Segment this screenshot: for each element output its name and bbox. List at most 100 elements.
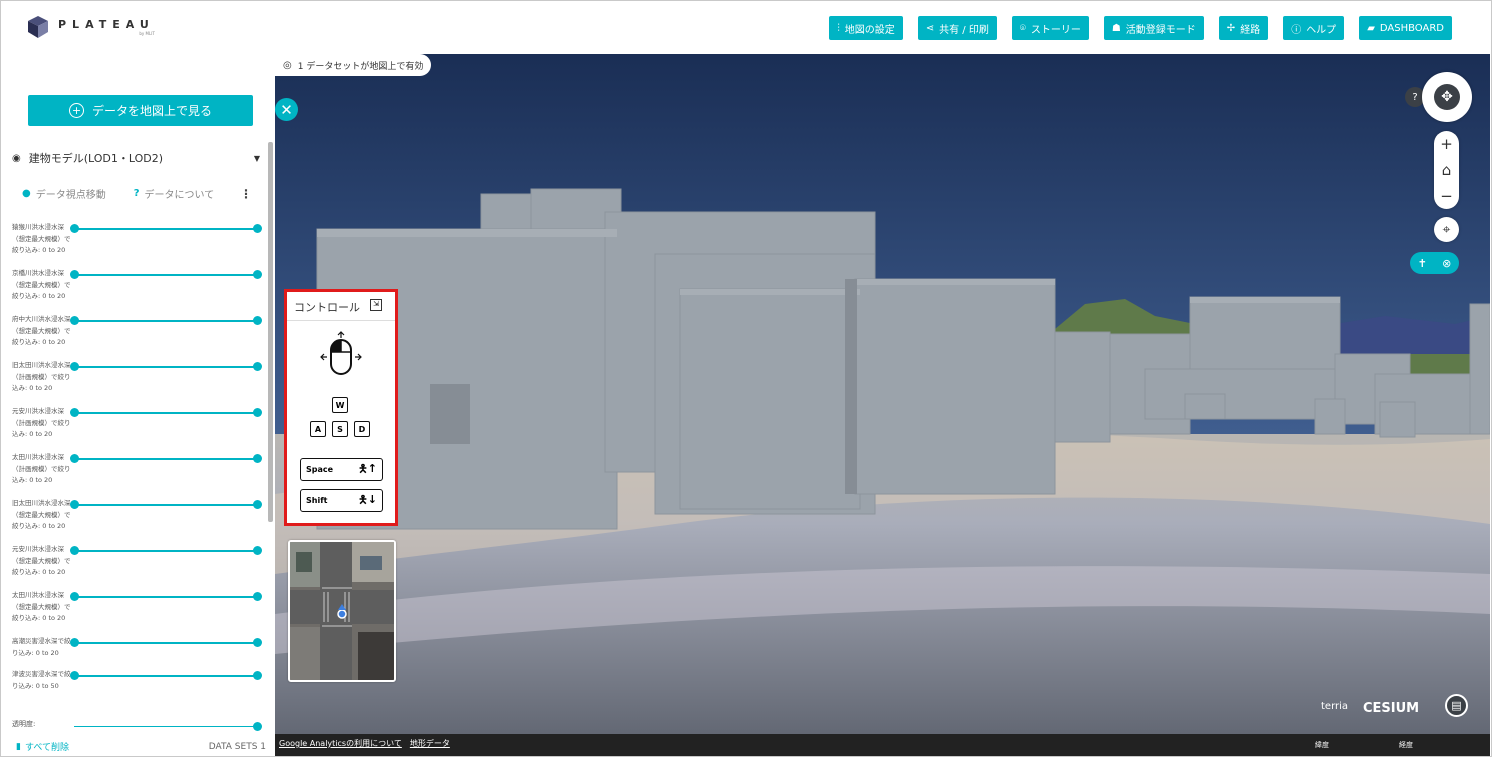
plus-circle-icon: +	[68, 103, 84, 118]
workbench-sidebar: + データを地図上で見る ◉ 建物モデル(LOD1・LOD2) ▼ ● データ視…	[4, 54, 275, 756]
map-status-bar: Google Analyticsの利用について 地形データ 緯度 経度	[275, 734, 1490, 756]
opacity-slider[interactable]	[74, 722, 262, 731]
overview-minimap[interactable]	[288, 540, 396, 682]
filter-slider[interactable]	[70, 546, 262, 555]
slider-max-handle[interactable]	[253, 270, 262, 279]
3d-city-scene	[275, 54, 1490, 734]
dashboard-button[interactable]: ▰ DASHBOARD	[1359, 16, 1452, 40]
slider-max-handle[interactable]	[253, 671, 262, 680]
filter-label: 旧太田川洪水浸水深（想定最大規模）で絞り込み: 0 to 20	[12, 499, 71, 530]
slider-max-handle[interactable]	[253, 638, 262, 647]
slider-min-handle[interactable]	[70, 270, 79, 279]
slider-min-handle[interactable]	[70, 316, 79, 325]
map-settings-button[interactable]: ⫶ 地図の設定	[829, 16, 903, 40]
slider-min-handle[interactable]	[70, 638, 79, 647]
caret-down-icon[interactable]: ▼	[254, 154, 260, 163]
nav-label: DASHBOARD	[1379, 22, 1444, 34]
slider-min-handle[interactable]	[70, 592, 79, 601]
nav-label: 地図の設定	[844, 24, 895, 36]
slider-max-handle[interactable]	[253, 454, 262, 463]
map-viewport[interactable]	[275, 54, 1490, 734]
story-button[interactable]: ⌾ ストーリー	[1011, 16, 1089, 40]
settings-sliders-icon: ⫶	[837, 22, 840, 34]
terria-logo: terria	[1321, 701, 1349, 712]
trash-icon: ▮	[16, 741, 21, 752]
active-datasets-chip[interactable]: ◎ 1 データセットが地図上で有効	[275, 54, 432, 76]
filter-slider[interactable]	[70, 316, 262, 325]
slider-min-handle[interactable]	[70, 362, 79, 371]
layer-header[interactable]: ◉ 建物モデル(LOD1・LOD2) ▼	[12, 150, 260, 166]
zoom-out-button[interactable]: −	[1434, 183, 1459, 209]
key-shift: Shift 🯅↓	[300, 489, 383, 512]
filter-slider[interactable]	[70, 408, 262, 417]
cesium-logo: CESIUM	[1363, 701, 1420, 716]
zoom-to-data-link[interactable]: データ視点移動	[36, 186, 106, 201]
key-s: S	[332, 421, 348, 437]
sidebar-scrollbar[interactable]	[268, 142, 273, 522]
people-icon: ☗	[1111, 22, 1121, 34]
share-print-button[interactable]: ⋖ 共有 / 印刷	[917, 16, 997, 40]
move-icon[interactable]: ✥	[1434, 84, 1460, 110]
filter-label: 元安川洪水浸水深（想定最大規模）で絞り込み: 0 to 20	[12, 545, 71, 576]
add-data-label: データを地図上で見る	[91, 104, 212, 118]
slider-max-handle[interactable]	[253, 408, 262, 417]
slider-min-handle[interactable]	[70, 224, 79, 233]
key-a: A	[310, 421, 326, 437]
filter-slider[interactable]	[70, 454, 262, 463]
filter-slider[interactable]	[70, 224, 262, 233]
filter-slider[interactable]	[70, 638, 262, 647]
filter-slider[interactable]	[70, 362, 262, 371]
slider-min-handle[interactable]	[70, 546, 79, 555]
analytics-link[interactable]: Google Analyticsの利用について	[279, 738, 402, 749]
slider-min-handle[interactable]	[70, 671, 79, 680]
my-location-button[interactable]: ⌖	[1434, 217, 1459, 242]
add-data-button[interactable]: + データを地図上で見る	[28, 95, 253, 126]
home-icon[interactable]: ⌂	[1434, 157, 1459, 183]
top-header: PLATEAU by MLIT ⫶ 地図の設定 ⋖ 共有 / 印刷 ⌾ ストーリー ☗…	[4, 4, 1490, 54]
filter-label: 高潮災害浸水深で絞り込み: 0 to 20	[12, 637, 71, 657]
collapse-icon[interactable]: ⇲	[370, 299, 382, 311]
activity-mode-button[interactable]: ☗ 活動登録モード	[1103, 16, 1204, 40]
person-down-icon: 🯅↓	[358, 493, 377, 506]
route-button[interactable]: ✢ 経路	[1218, 16, 1269, 40]
datasets-count: DATA SETS 1	[208, 741, 266, 752]
controls-panel: コントロール ⇲ W A S D Space 🯅↑ Shift 🯅↓	[284, 289, 398, 526]
plateau-logo[interactable]: PLATEAU by MLIT	[28, 16, 155, 38]
brand-name: PLATEAU	[58, 17, 155, 31]
aerial-image	[290, 542, 394, 680]
filter-slider[interactable]	[70, 592, 262, 601]
about-data-link[interactable]: データについて	[145, 186, 215, 201]
filter-label: 府中大川洪水浸水深（想定最大規模）で絞り込み: 0 to 20	[12, 315, 71, 346]
slider-min-handle[interactable]	[70, 454, 79, 463]
terrain-data-link[interactable]: 地形データ	[410, 738, 450, 749]
more-vertical-icon[interactable]: ⋮	[240, 187, 252, 201]
slider-max-handle[interactable]	[253, 592, 262, 601]
nav-label: ストーリー	[1030, 24, 1081, 36]
filter-slider[interactable]	[70, 270, 262, 279]
eye-icon[interactable]: ◉	[12, 153, 21, 164]
slider-max-handle[interactable]	[253, 500, 262, 509]
key-d: D	[354, 421, 370, 437]
nav-label: ヘルプ	[1306, 24, 1337, 36]
slider-max-handle[interactable]	[253, 546, 262, 555]
app-window: PLATEAU by MLIT ⫶ 地図の設定 ⋖ 共有 / 印刷 ⌾ ストーリー ☗…	[0, 0, 1492, 757]
slider-min-handle[interactable]	[70, 408, 79, 417]
help-button[interactable]: ⓘ ヘルプ	[1283, 16, 1345, 40]
slider-max-handle[interactable]	[253, 316, 262, 325]
remove-all-button[interactable]: ▮ すべて削除	[16, 740, 69, 754]
zoom-in-button[interactable]: +	[1434, 131, 1459, 157]
slider-max-handle[interactable]	[253, 362, 262, 371]
filter-slider[interactable]	[70, 500, 262, 509]
slider-min-handle[interactable]	[70, 500, 79, 509]
map-pin-icon: ●	[22, 188, 31, 199]
feedback-button[interactable]: ▤	[1445, 694, 1468, 717]
close-sidebar-button[interactable]: ✕	[275, 98, 298, 121]
divider	[287, 320, 395, 321]
compass-control[interactable]: ✥	[1422, 72, 1472, 122]
filter-slider[interactable]	[70, 671, 262, 680]
pedestrian-icon[interactable]: ✝	[1418, 257, 1427, 270]
close-circle-icon[interactable]: ⊗	[1442, 257, 1451, 270]
opacity-handle[interactable]	[253, 722, 262, 731]
slider-max-handle[interactable]	[253, 224, 262, 233]
share-icon: ⋖	[925, 22, 935, 34]
